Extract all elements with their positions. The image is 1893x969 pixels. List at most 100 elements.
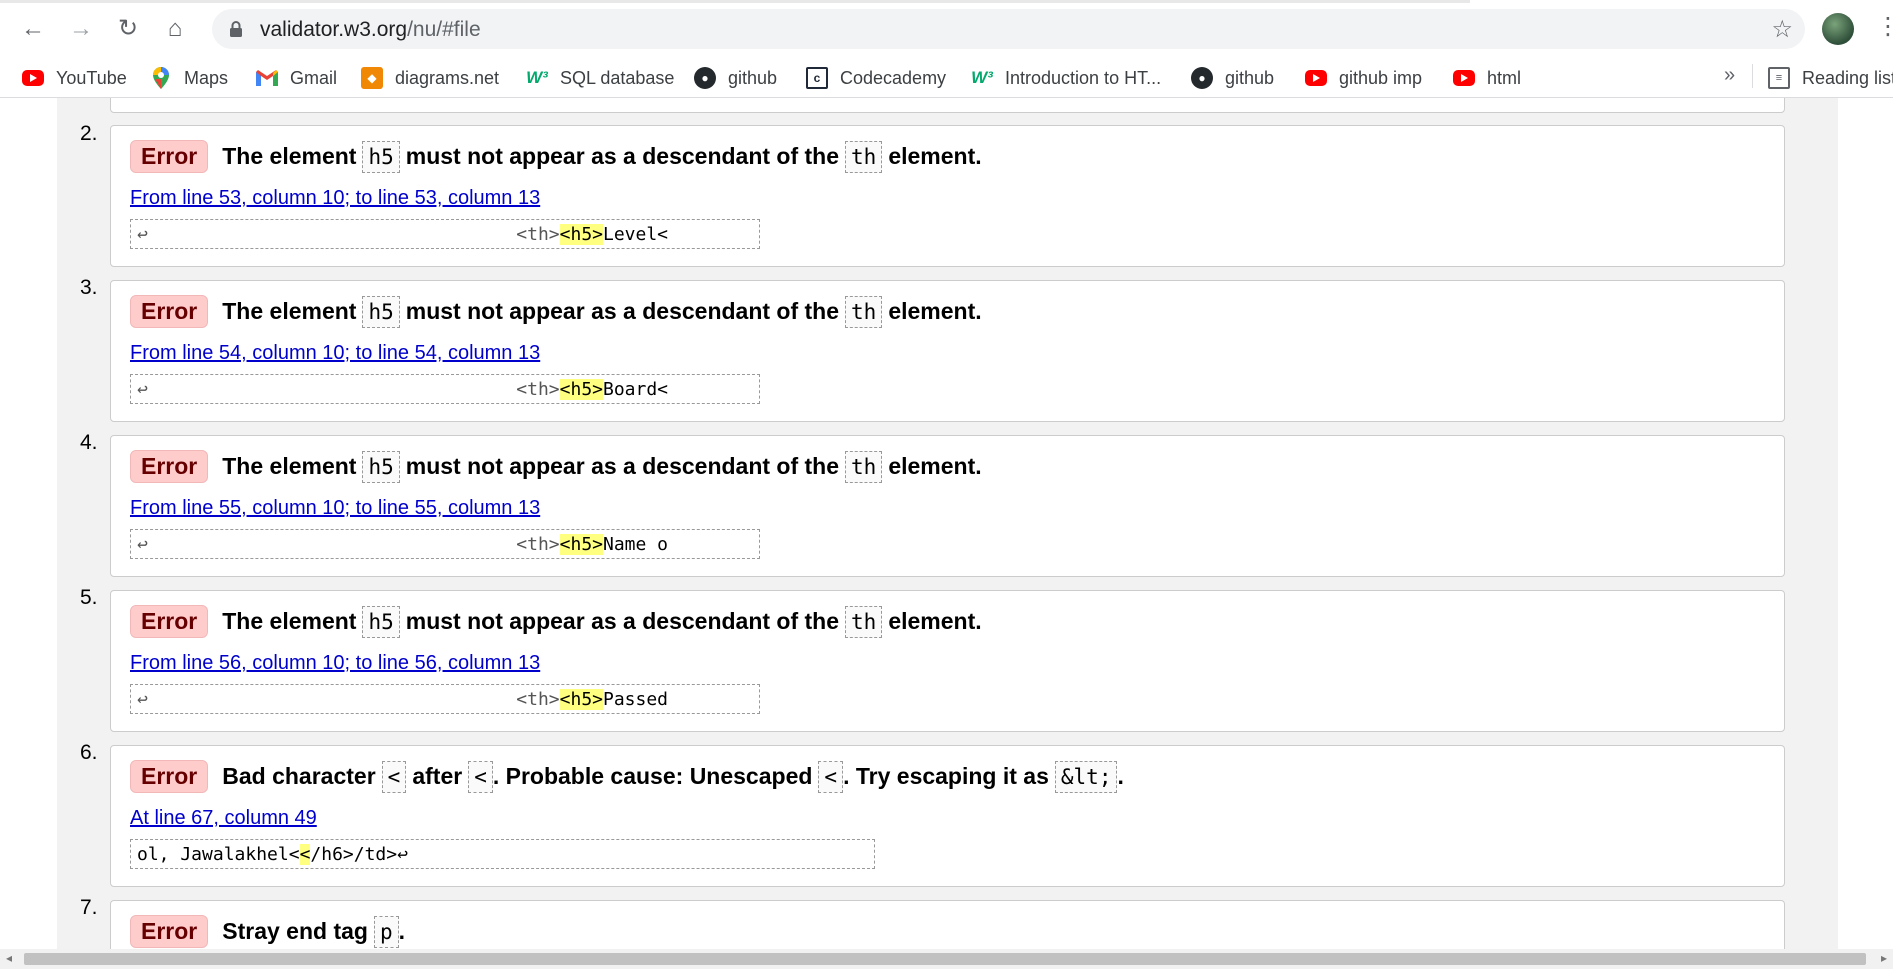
message-text: Bad character (222, 763, 376, 789)
location-link[interactable]: From line 55, column 10; to line 55, col… (130, 497, 540, 520)
code-snippet: p (373, 915, 399, 948)
message-text: must not appear as a descendant of the (405, 608, 840, 634)
message-heading: Error Stray end tag p . (130, 915, 405, 948)
message-text: . (398, 918, 406, 944)
extract-highlight: <h5> (559, 378, 603, 400)
bookmark-label: SQL database (560, 67, 675, 88)
home-icon[interactable]: ⌂ (159, 13, 191, 45)
message-text: . Probable cause: Unescaped (492, 763, 813, 789)
bookmark-github[interactable]: ● github (694, 66, 777, 90)
reading-list-button[interactable]: ≡ Reading list (1768, 66, 1893, 90)
code-snippet: th (845, 450, 883, 483)
message-number: 5. (80, 586, 98, 609)
bookmark-codecademy[interactable]: c Codecademy (806, 66, 946, 90)
bookmark-label: diagrams.net (395, 67, 500, 88)
message-card: Error Stray end tag p . (110, 900, 1785, 949)
bookmark-maps[interactable]: Maps (150, 66, 228, 90)
bookmark-github-2[interactable]: ● github (1191, 66, 1274, 90)
source-extract: ol, Jawalakhel< </h6>/td>↩ (130, 839, 875, 869)
message-card: Error The element h5 must not appear as … (110, 280, 1785, 422)
bookmarks-divider (1752, 64, 1753, 88)
forward-icon[interactable]: → (65, 13, 97, 45)
browser-toolbar: ← → ↻ ⌂ validator.w3.org/nu/#file ☆ ⋮ (0, 0, 1893, 58)
loading-bar (0, 0, 1470, 3)
message-card: Error The element h5 must not appear as … (110, 590, 1785, 732)
message-text: element. (888, 453, 982, 479)
message-text: must not appear as a descendant of the (405, 453, 840, 479)
message-number: 7. (80, 896, 98, 919)
youtube-icon (1453, 70, 1475, 86)
extract-text: Level< (603, 223, 669, 245)
message-number: 3. (80, 276, 98, 299)
url-path: /nu/#file (407, 18, 481, 41)
bookmark-html[interactable]: html (1453, 66, 1521, 90)
bookmark-introduction-html[interactable]: W³ Introduction to HT... (971, 66, 1161, 90)
message-text: must not appear as a descendant of the (405, 298, 840, 324)
message-text: after (412, 763, 463, 789)
reading-list-icon: ≡ (1768, 67, 1790, 89)
reading-list-label: Reading list (1802, 67, 1893, 88)
code-snippet: h5 (362, 295, 400, 328)
left-gutter (0, 98, 57, 949)
bookmark-diagrams[interactable]: ◆ diagrams.net (361, 66, 499, 90)
lock-icon[interactable] (226, 19, 246, 39)
scroll-left-icon[interactable]: ◂ (6, 951, 12, 965)
bookmark-label: github (1225, 67, 1275, 88)
message-number: 6. (80, 741, 98, 764)
w3schools-icon: W³ (971, 68, 993, 87)
scroll-right-icon[interactable]: ▸ (1881, 951, 1887, 965)
message-text: The element (222, 298, 357, 324)
github-icon: ● (1191, 67, 1213, 89)
message-text: The element (222, 608, 357, 634)
message-text: Stray end tag (222, 918, 368, 944)
extract-text: ↩ <th> (137, 533, 560, 555)
bookmark-label: Introduction to HT... (1005, 67, 1162, 88)
source-extract: ↩ <th> <h5> Passed (130, 684, 760, 714)
extract-text: ↩ <th> (137, 688, 560, 710)
browser-menu-icon[interactable]: ⋮ (1876, 12, 1893, 41)
codecademy-icon: c (806, 67, 828, 89)
message-card: Error The element h5 must not appear as … (110, 435, 1785, 577)
extract-text: Passed (603, 688, 669, 710)
bookmark-star-icon[interactable]: ☆ (1771, 15, 1793, 44)
message-text: must not appear as a descendant of the (405, 143, 840, 169)
bookmark-youtube[interactable]: YouTube (22, 66, 127, 90)
code-snippet: h5 (362, 450, 400, 483)
source-extract: ↩ <th> <h5> Board< (130, 374, 760, 404)
bookmark-label: YouTube (56, 67, 127, 88)
location-link[interactable]: From line 54, column 10; to line 54, col… (130, 342, 540, 365)
horizontal-scrollbar[interactable]: ◂ ▸ (0, 949, 1893, 969)
address-bar[interactable]: validator.w3.org/nu/#file ☆ (212, 9, 1805, 49)
bookmark-label: github (728, 67, 778, 88)
bookmark-sql-database[interactable]: W³ SQL database (526, 66, 674, 90)
bookmarks-more-icon[interactable]: » (1724, 64, 1735, 87)
location-link[interactable]: At line 67, column 49 (130, 807, 317, 830)
code-snippet: h5 (362, 605, 400, 638)
code-snippet: < (381, 760, 407, 793)
message-number: 4. (80, 431, 98, 454)
reload-icon[interactable]: ↻ (112, 13, 144, 45)
url-text[interactable]: validator.w3.org/nu/#file (260, 18, 481, 42)
code-snippet: th (845, 140, 883, 173)
bookmark-gmail[interactable]: Gmail (256, 66, 337, 90)
maps-icon (150, 67, 172, 89)
message-card: Error The element h5 must not appear as … (110, 125, 1785, 267)
bookmark-github-imp[interactable]: github imp (1305, 66, 1422, 90)
scrollbar-thumb[interactable] (24, 953, 1866, 965)
error-badge: Error (130, 760, 209, 793)
bookmark-label: html (1487, 67, 1522, 88)
github-icon: ● (694, 67, 716, 89)
location-link[interactable]: From line 53, column 10; to line 53, col… (130, 187, 540, 210)
message-heading: Error The element h5 must not appear as … (130, 140, 982, 173)
profile-avatar[interactable] (1822, 13, 1854, 45)
back-icon[interactable]: ← (17, 13, 49, 45)
bookmark-label: Maps (184, 67, 229, 88)
message-card: Error Bad character < after < . Probable… (110, 745, 1785, 887)
validator-page: 2. Error The element h5 must not appear … (0, 98, 1893, 949)
extract-highlight: <h5> (559, 533, 603, 555)
youtube-icon (22, 70, 44, 86)
location-link[interactable]: From line 56, column 10; to line 56, col… (130, 652, 540, 675)
code-snippet: th (845, 295, 883, 328)
extract-highlight: <h5> (559, 688, 603, 710)
message-text: . (1117, 763, 1124, 789)
